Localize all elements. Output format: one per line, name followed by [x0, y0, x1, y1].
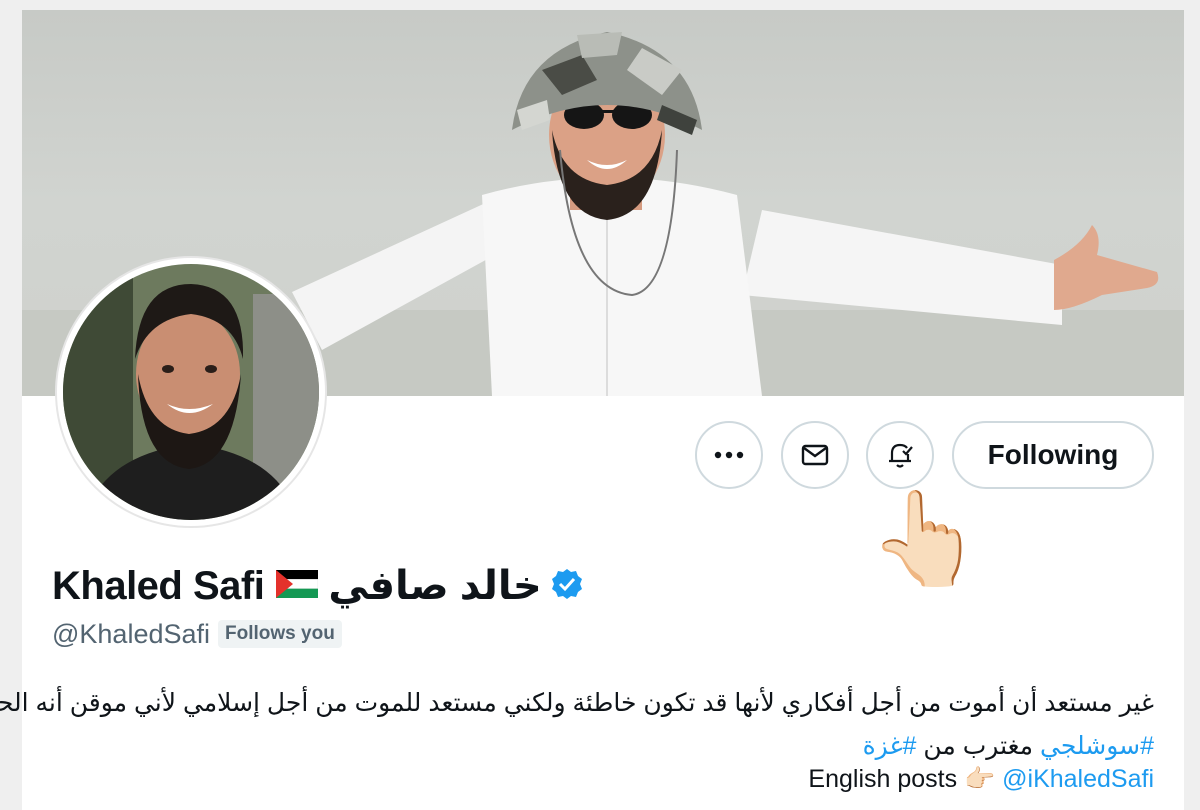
pointing-up-emoji: 👆🏻 [868, 488, 983, 590]
bio-line-2: #سوشلجي مغترب من #غزة [863, 731, 1154, 761]
profile-name-row: Khaled Safi خالد صافي [52, 556, 584, 616]
following-button[interactable]: Following [952, 421, 1154, 489]
bio-line-1: غير مستعد أن أموت من أجل أفكاري لأنها قد… [0, 689, 1154, 717]
bio-line-3: English posts 👉🏻 @iKhaledSafi [808, 765, 1154, 794]
verified-badge-icon[interactable] [550, 567, 584, 606]
bell-check-icon [889, 443, 913, 468]
mention-link[interactable]: @iKhaledSafi [1002, 765, 1154, 793]
display-name: Khaled Safi [52, 563, 265, 608]
more-icon [714, 451, 744, 459]
pointing-right-emoji: 👉🏻 [964, 765, 996, 793]
profile-avatar[interactable] [55, 256, 327, 528]
screenshot-border-right [1184, 0, 1200, 810]
more-options-button[interactable] [695, 421, 763, 489]
mail-icon [801, 444, 829, 466]
hashtag-link[interactable]: #سوشلجي [1040, 732, 1154, 760]
screenshot-border-top [0, 0, 1200, 10]
message-button[interactable] [781, 421, 849, 489]
notifications-button[interactable] [866, 421, 934, 489]
follows-you-badge: Follows you [218, 620, 342, 648]
palestine-flag-icon [276, 569, 319, 603]
bio-text: مغترب من [916, 732, 1041, 760]
hashtag-link[interactable]: #غزة [863, 732, 917, 760]
bio-text: English posts [808, 765, 965, 793]
username-handle: @KhaledSafi [52, 618, 211, 649]
arabic-display-name: خالد صافي [328, 564, 542, 608]
handle-row: @KhaledSafi Follows you [52, 616, 342, 652]
